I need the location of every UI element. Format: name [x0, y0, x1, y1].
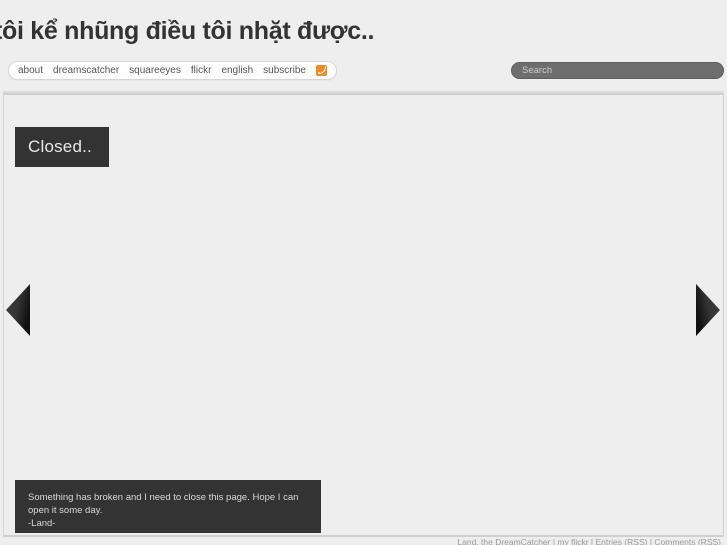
next-arrow-button[interactable] — [695, 283, 721, 337]
nav-item-about[interactable]: about — [18, 62, 43, 79]
main-navigation: about dreamscatcher squareeyes flickr en… — [8, 61, 337, 80]
nav-item-subscribe[interactable]: subscribe — [263, 62, 306, 79]
closure-note-text: Something has broken and I need to close… — [28, 492, 299, 529]
closure-note-panel: Something has broken and I need to close… — [15, 480, 321, 533]
search-input[interactable] — [511, 62, 724, 79]
page-title: tôi kể nhũng điều tôi nhặt được.. — [0, 17, 375, 45]
rss-icon[interactable] — [315, 65, 327, 76]
nav-item-squareeyes[interactable]: squareeyes — [129, 62, 181, 79]
page-footer: Land, the DreamCatcher | my flickr | Ent… — [0, 537, 727, 545]
closed-banner-label: Closed.. — [28, 137, 92, 156]
previous-arrow-button[interactable] — [5, 283, 31, 337]
site-header: tôi kể nhũng điều tôi nhặt được.. — [0, 0, 727, 52]
footer-links[interactable]: Land, the DreamCatcher | my flickr | Ent… — [457, 537, 721, 545]
content-container: Closed.. Something has broken and I need… — [3, 91, 724, 537]
nav-item-flickr[interactable]: flickr — [191, 62, 212, 79]
triangle-left-icon — [6, 284, 30, 336]
nav-item-dreamscatcher[interactable]: dreamscatcher — [53, 62, 119, 79]
triangle-right-icon — [696, 284, 720, 336]
closed-banner: Closed.. — [15, 127, 109, 167]
nav-item-english[interactable]: english — [221, 62, 253, 79]
